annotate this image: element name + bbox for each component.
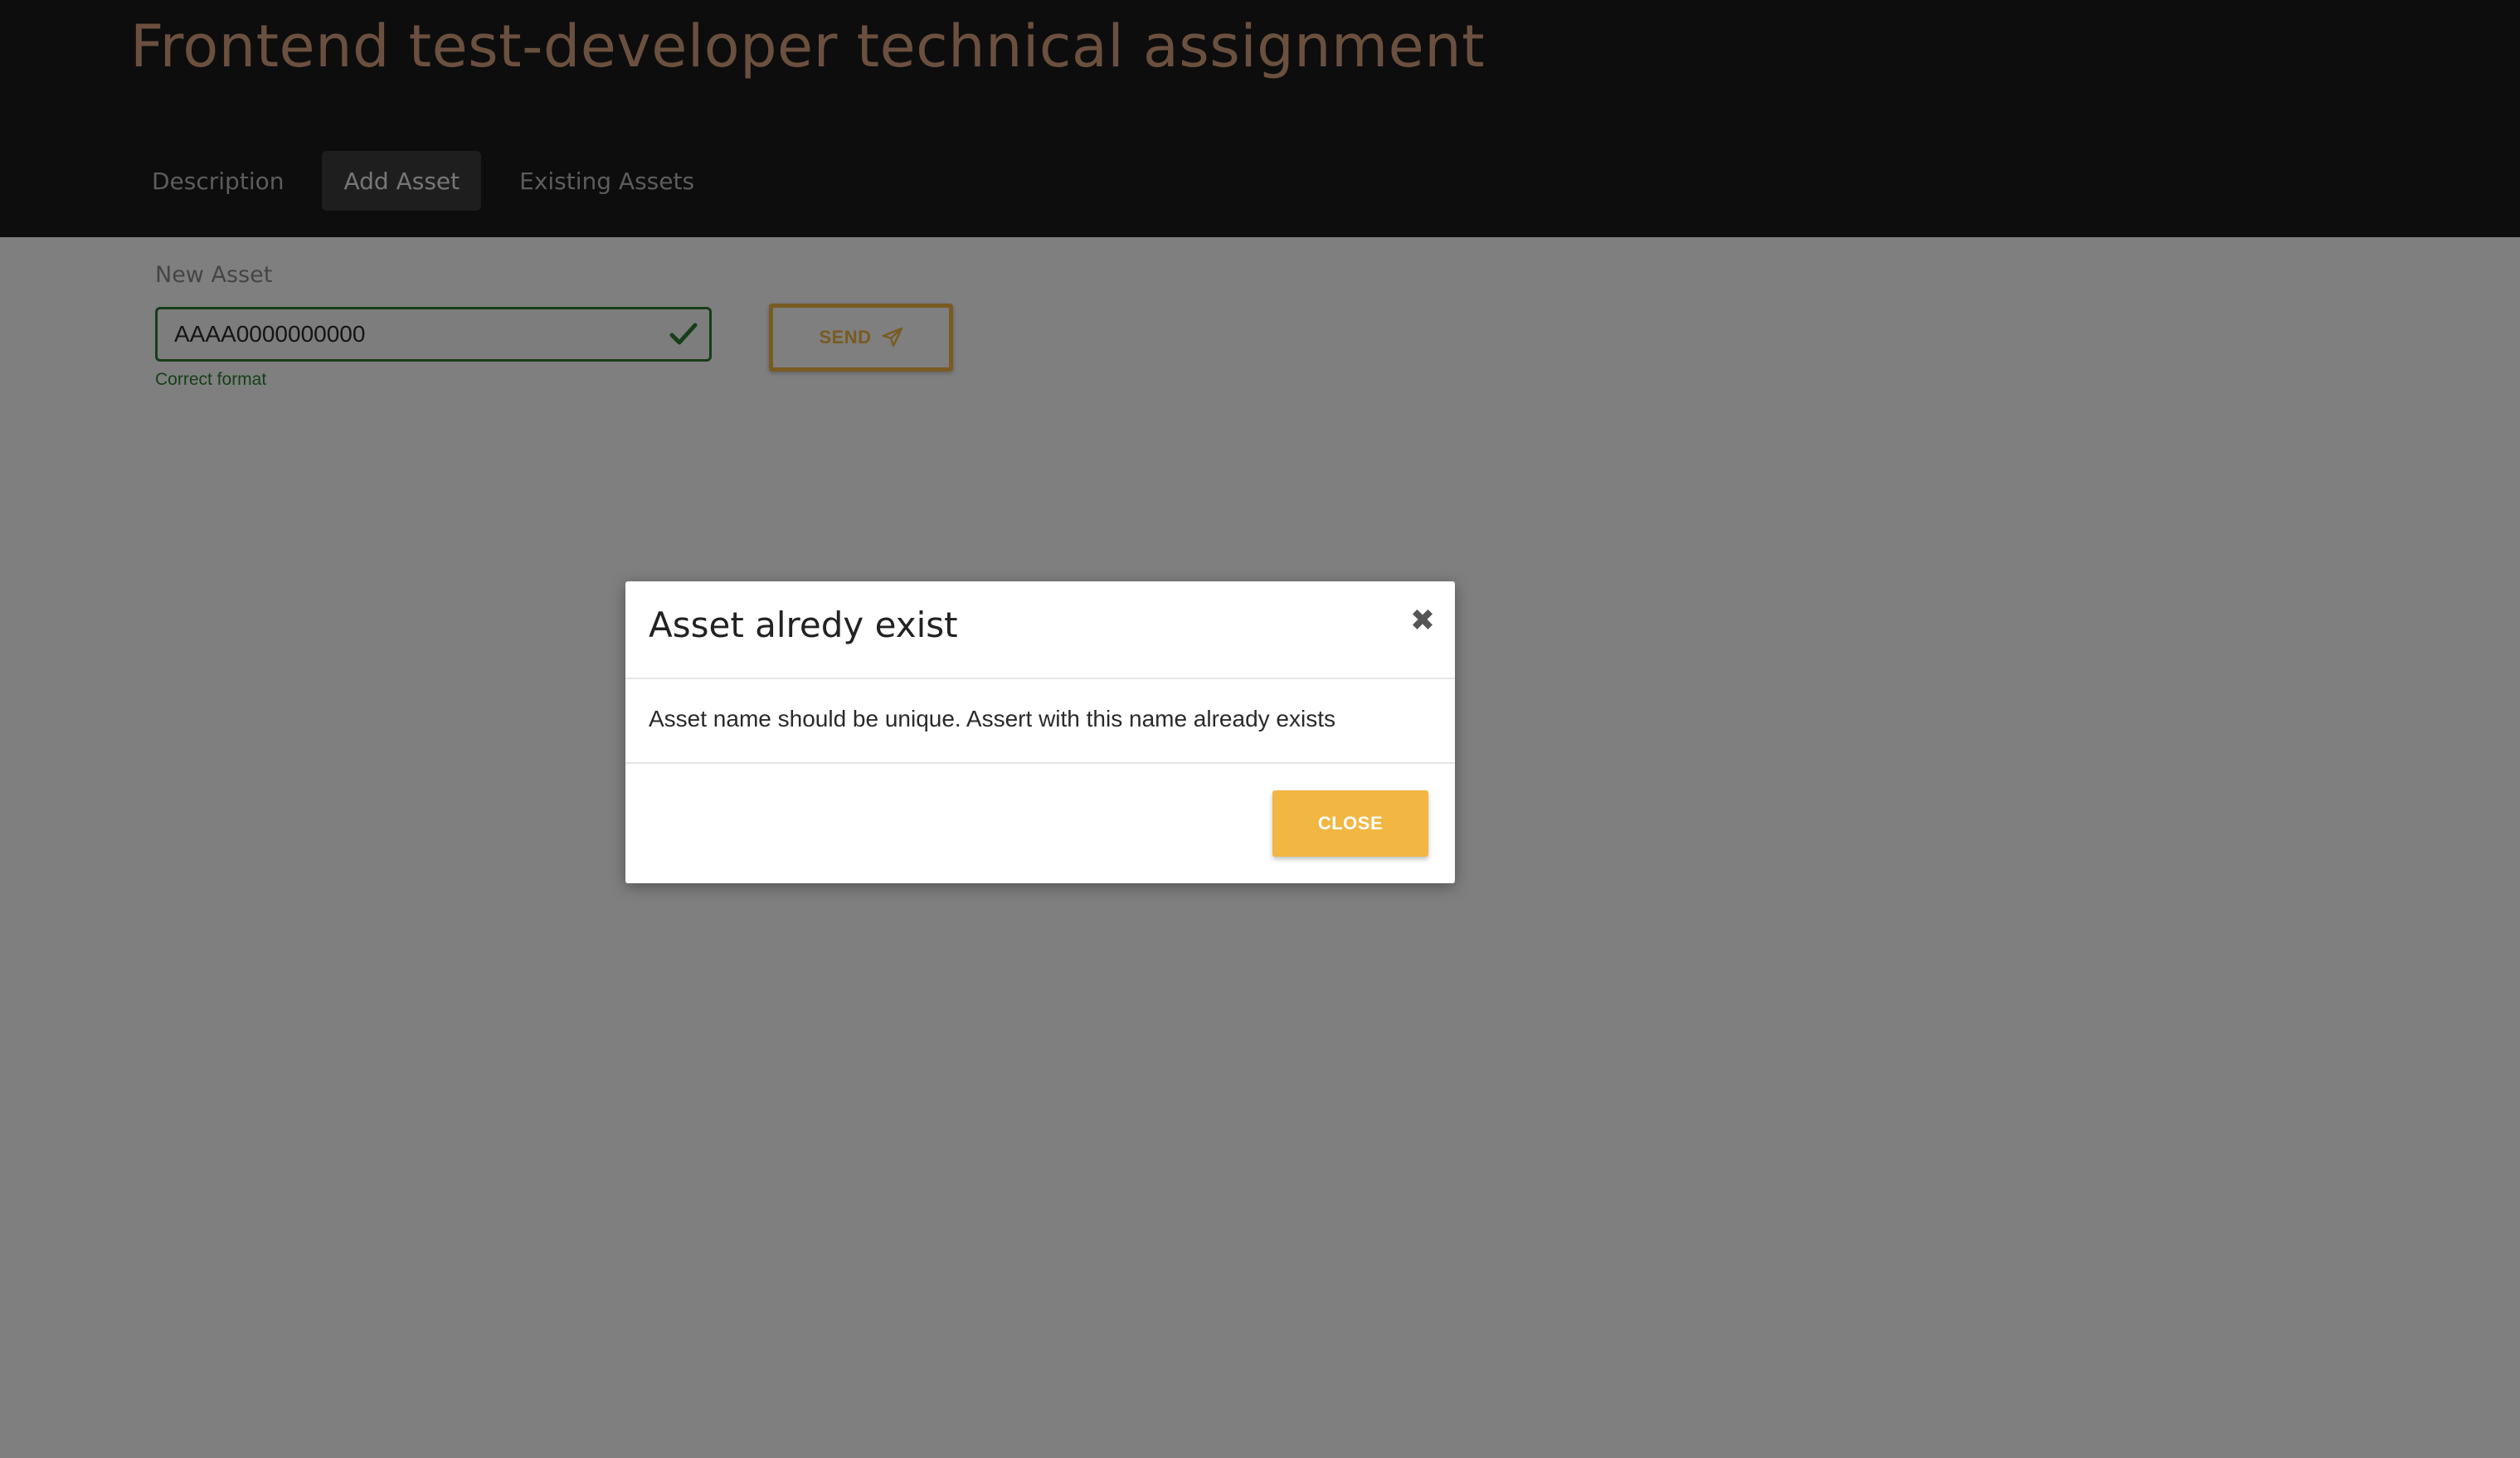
dialog-body: Asset name should be unique. Assert with… [625,679,1455,764]
close-icon[interactable]: ✖ [1410,606,1435,636]
dialog-message: Asset name should be unique. Assert with… [649,706,1335,731]
close-button[interactable]: CLOSE [1272,790,1428,857]
dialog-header: Asset alredy exist ✖ [625,581,1455,679]
dialog-title: Asset alredy exist [649,605,958,645]
asset-exists-dialog: Asset alredy exist ✖ Asset name should b… [625,581,1455,883]
